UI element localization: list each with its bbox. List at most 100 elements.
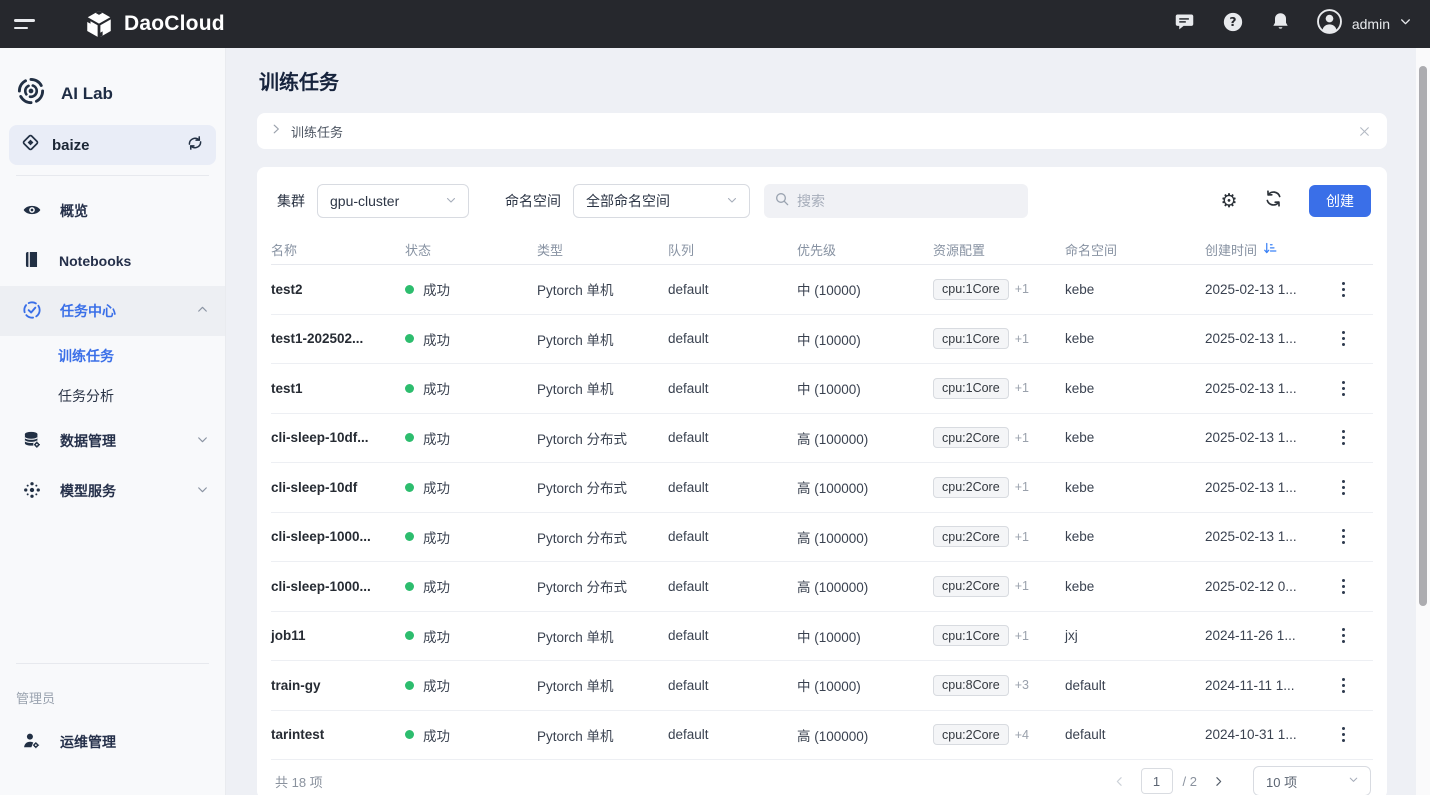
table-row[interactable]: test1 成功 Pytorch 单机 default 中 (10000) cp… (271, 364, 1373, 414)
job-namespace: default (1065, 727, 1205, 742)
job-namespace: kebe (1065, 430, 1205, 445)
job-name-link[interactable]: cli-sleep-1000... (271, 579, 371, 594)
scrollbar-thumb[interactable] (1419, 66, 1427, 606)
user-menu[interactable]: admin (1316, 8, 1412, 40)
menu-toggle-button[interactable] (14, 11, 40, 37)
avatar-icon (1316, 8, 1343, 40)
search-box[interactable] (764, 184, 1028, 218)
status-text: 成功 (423, 527, 450, 547)
admin-section-label: 管理员 (0, 674, 225, 717)
job-name-link[interactable]: cli-sleep-10df (271, 480, 357, 495)
settings-button[interactable]: ⚙ (1215, 187, 1243, 215)
job-name-link[interactable]: test1 (271, 381, 303, 396)
sidebar-item-training-jobs[interactable]: 训练任务 (0, 336, 225, 376)
job-name-link[interactable]: test1-202502... (271, 331, 363, 346)
job-namespace: kebe (1065, 579, 1205, 594)
row-actions-button[interactable] (1336, 672, 1351, 699)
row-actions-button[interactable] (1336, 523, 1351, 550)
job-name-link[interactable]: cli-sleep-10df... (271, 430, 369, 445)
training-jobs-card: 集群 gpu-cluster 命名空间 全部命名空间 (257, 167, 1387, 795)
table-row[interactable]: train-gy 成功 Pytorch 单机 default 中 (10000)… (271, 661, 1373, 711)
job-created-at: 2025-02-13 1... (1205, 529, 1333, 544)
resource-more-badge[interactable]: +1 (1015, 431, 1029, 445)
brand[interactable]: DaoCloud (84, 9, 225, 39)
job-priority: 高 (100000) (797, 576, 933, 596)
page-size-select[interactable]: 10 项 (1253, 766, 1371, 795)
page-number-input[interactable] (1141, 768, 1173, 794)
job-created-at: 2024-11-11 1... (1205, 678, 1333, 693)
job-type: Pytorch 分布式 (537, 576, 668, 596)
job-type: Pytorch 单机 (537, 725, 668, 745)
sidebar-item-overview[interactable]: 概览 (0, 186, 225, 236)
cluster-label: 集群 (277, 191, 305, 211)
resource-more-badge[interactable]: +1 (1015, 629, 1029, 643)
job-type: Pytorch 单机 (537, 378, 668, 398)
resource-more-badge[interactable]: +1 (1015, 530, 1029, 544)
breadcrumb-item[interactable]: 训练任务 (291, 122, 343, 141)
row-actions-button[interactable] (1336, 375, 1351, 402)
eye-icon (22, 200, 42, 223)
col-name: 名称 (271, 240, 405, 259)
row-actions-button[interactable] (1336, 276, 1351, 303)
table-row[interactable]: cli-sleep-1000... 成功 Pytorch 分布式 default… (271, 562, 1373, 612)
help-button[interactable]: ? (1216, 7, 1250, 41)
namespace-select[interactable]: 全部命名空间 (573, 184, 750, 218)
chevron-down-icon (196, 483, 209, 499)
table-row[interactable]: tarintest 成功 Pytorch 单机 default 高 (10000… (271, 711, 1373, 761)
sidebar-item-data-management[interactable]: 数据管理 (0, 416, 225, 466)
notifications-button[interactable] (1264, 7, 1298, 41)
sidebar-item-notebooks[interactable]: Notebooks (0, 236, 225, 286)
sort-descending-icon[interactable] (1263, 241, 1278, 259)
sidebar-item-task-center[interactable]: 任务中心 (0, 286, 225, 336)
total-count: 共 18 项 (275, 772, 323, 791)
table-row[interactable]: cli-sleep-10df... 成功 Pytorch 分布式 default… (271, 414, 1373, 464)
job-created-at: 2025-02-13 1... (1205, 480, 1333, 495)
scrollbar[interactable] (1416, 48, 1430, 795)
next-page-button[interactable] (1207, 770, 1229, 792)
row-actions-button[interactable] (1336, 474, 1351, 501)
sidebar-item-model-service[interactable]: 模型服务 (0, 466, 225, 516)
job-name-link[interactable]: cli-sleep-1000... (271, 529, 371, 544)
resource-more-badge[interactable]: +1 (1015, 381, 1029, 395)
sidebar-item-task-analysis[interactable]: 任务分析 (0, 376, 225, 416)
resource-more-badge[interactable]: +1 (1015, 282, 1029, 296)
refresh-button[interactable] (1259, 187, 1287, 215)
status-dot-icon (405, 532, 414, 541)
table-row[interactable]: cli-sleep-1000... 成功 Pytorch 分布式 default… (271, 513, 1373, 563)
table-row[interactable]: test1-202502... 成功 Pytorch 单机 default 中 … (271, 315, 1373, 365)
table-row[interactable]: job11 成功 Pytorch 单机 default 中 (10000) cp… (271, 612, 1373, 662)
chevron-right-icon[interactable] (269, 122, 283, 141)
row-actions-button[interactable] (1336, 573, 1351, 600)
table-row[interactable]: test2 成功 Pytorch 单机 default 中 (10000) cp… (271, 265, 1373, 315)
resource-more-badge[interactable]: +3 (1015, 678, 1029, 692)
table-row[interactable]: cli-sleep-10df 成功 Pytorch 分布式 default 高 … (271, 463, 1373, 513)
switch-workspace-icon[interactable] (186, 134, 204, 157)
job-queue: default (668, 282, 797, 297)
job-priority: 高 (100000) (797, 527, 933, 547)
feedback-button[interactable] (1168, 7, 1202, 41)
row-actions-button[interactable] (1336, 325, 1351, 352)
row-actions-button[interactable] (1336, 424, 1351, 451)
resource-more-badge[interactable]: +1 (1015, 480, 1029, 494)
job-created-at: 2024-10-31 1... (1205, 727, 1333, 742)
search-input[interactable] (797, 193, 1018, 209)
create-button[interactable]: 创建 (1309, 185, 1371, 217)
job-created-at: 2025-02-13 1... (1205, 282, 1333, 297)
job-created-at: 2025-02-13 1... (1205, 331, 1333, 346)
row-actions-button[interactable] (1336, 622, 1351, 649)
resource-more-badge[interactable]: +1 (1015, 332, 1029, 346)
brand-name: DaoCloud (124, 12, 225, 36)
row-actions-button[interactable] (1336, 721, 1351, 748)
sidebar-item-ops-management[interactable]: 运维管理 (0, 717, 225, 767)
resource-more-badge[interactable]: +4 (1015, 728, 1029, 742)
job-name-link[interactable]: train-gy (271, 678, 321, 693)
job-name-link[interactable]: tarintest (271, 727, 324, 742)
close-icon[interactable] (1358, 125, 1371, 138)
job-name-link[interactable]: job11 (271, 628, 306, 643)
job-name-link[interactable]: test2 (271, 282, 303, 297)
top-bar: DaoCloud ? (0, 0, 1430, 48)
workspace-selector[interactable]: baize (9, 125, 216, 165)
resource-more-badge[interactable]: +1 (1015, 579, 1029, 593)
prev-page-button[interactable] (1109, 770, 1131, 792)
cluster-select[interactable]: gpu-cluster (317, 184, 469, 218)
